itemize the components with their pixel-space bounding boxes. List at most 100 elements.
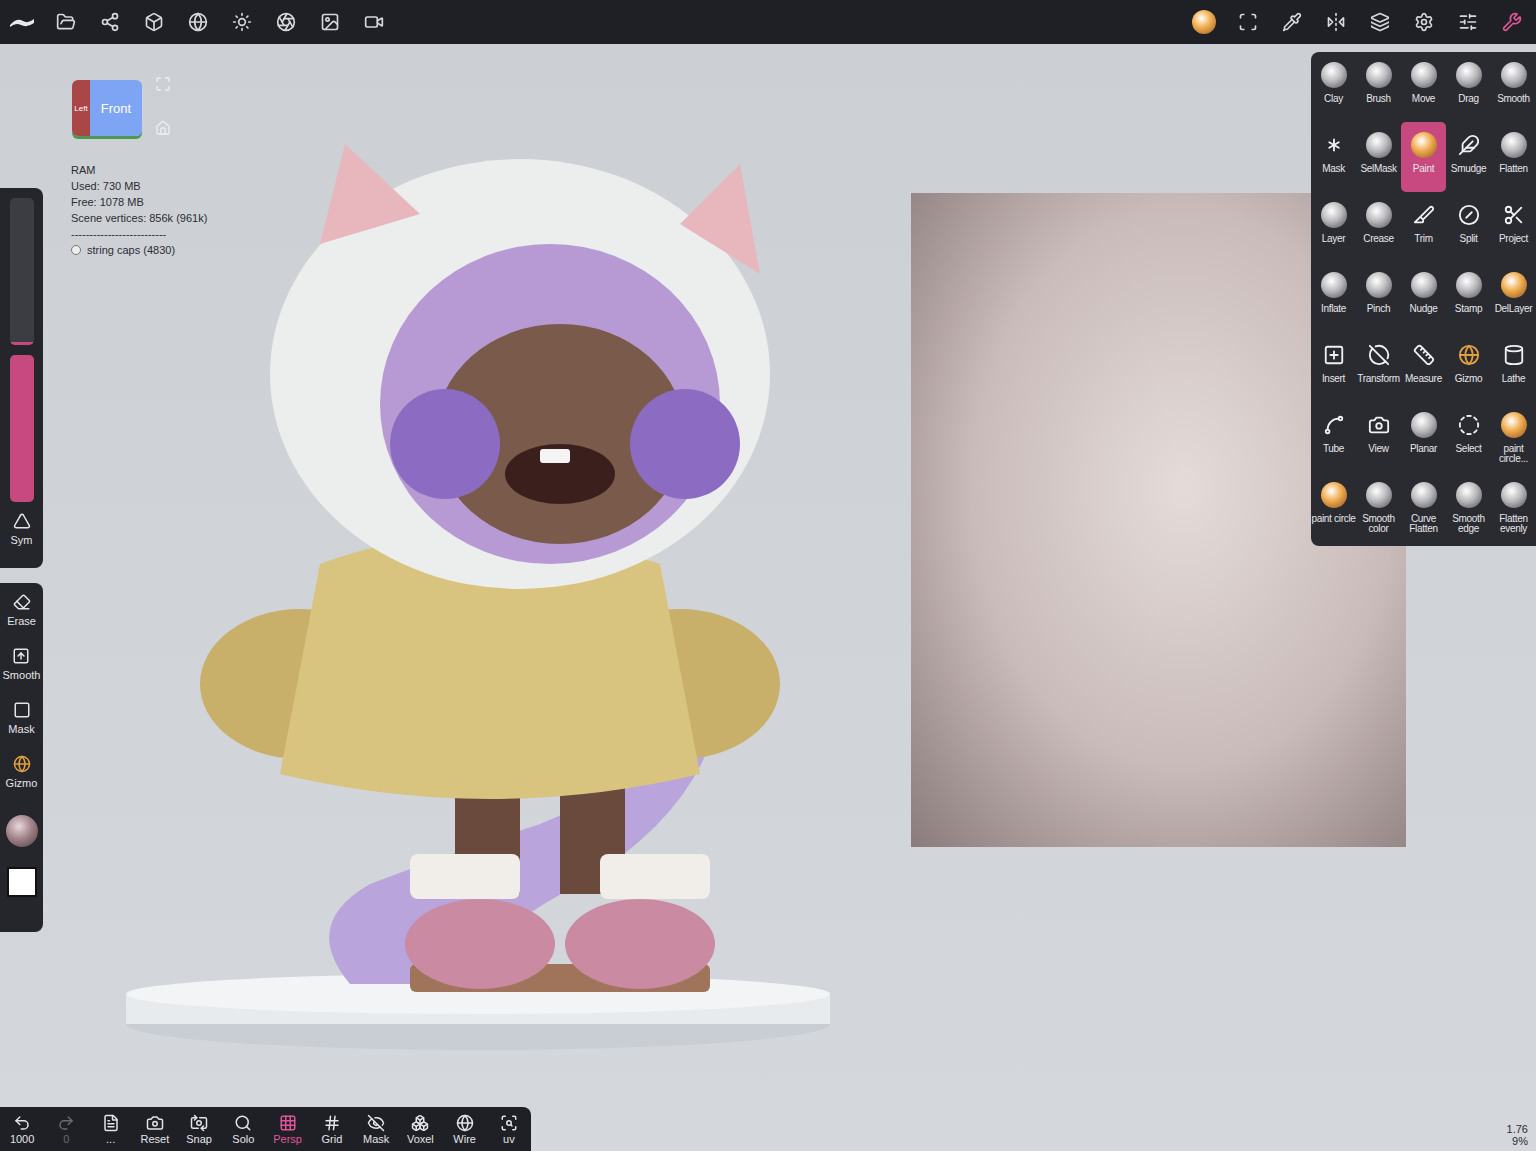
bottom-bar-button[interactable]: Persp [266,1107,310,1151]
side-tool-button[interactable]: Gizmo [6,755,38,799]
tool-button[interactable]: Paint [1401,122,1446,192]
tool-button[interactable]: Crease [1356,192,1401,262]
tool-button[interactable]: View [1356,402,1401,472]
tool-button[interactable]: Smudge [1446,122,1491,192]
tool-button[interactable]: paint circle... [1491,402,1536,472]
bottom-bar-button[interactable]: Wire [443,1107,487,1151]
bottom-bar-button[interactable]: ... [89,1107,133,1151]
tool-button[interactable]: Inflate [1311,262,1356,332]
tool-button[interactable]: DelLayer [1491,262,1536,332]
tool-button[interactable]: Mask [1311,122,1356,192]
tool-button[interactable]: Stamp [1446,262,1491,332]
tool-button[interactable]: paint circle [1311,472,1356,542]
settings-button[interactable] [1410,8,1438,36]
slider-track[interactable] [10,198,34,345]
tool-button[interactable]: Insert [1311,332,1356,402]
bottom-bar-button[interactable]: 0 [44,1107,88,1151]
tool-button[interactable]: Curve Flatten [1401,472,1446,542]
layers-button[interactable] [1366,8,1394,36]
side-tool-button[interactable]: Mask [8,701,34,745]
side-tool-icon[interactable] [13,755,31,773]
tool-button[interactable]: Nudge [1401,262,1446,332]
tool-button[interactable]: Select [1446,402,1491,472]
view-cube[interactable]: LeftFront [72,80,142,136]
bottom-bar-button[interactable]: 1000 [0,1107,44,1151]
tools-icon[interactable] [1502,12,1522,32]
tool-button[interactable]: Flatten evenly [1491,472,1536,542]
tool-button[interactable]: Smooth edge [1446,472,1491,542]
viewport[interactable]: LeftFrontRAMUsed: 730 MBFree: 1078 MBSce… [0,44,1536,1151]
scene-icon[interactable] [144,12,164,32]
tools-button[interactable] [1498,8,1526,36]
brush-preview-button[interactable] [1190,8,1218,36]
symmetry-button[interactable] [1322,8,1350,36]
video-icon[interactable] [364,12,384,32]
tool-button[interactable]: Flatten [1491,122,1536,192]
tool-button[interactable]: Measure [1401,332,1446,402]
sculpt-figure[interactable] [120,124,840,1064]
mesh-button[interactable] [184,8,212,36]
side-tool-icon[interactable] [12,647,30,665]
symmetry-icon[interactable] [1326,12,1346,32]
symmetry-icon[interactable] [13,512,31,530]
tool-button[interactable]: Brush [1356,52,1401,122]
tool-button[interactable]: Move [1401,52,1446,122]
settings-icon[interactable] [1414,12,1434,32]
fullscreen-icon[interactable] [155,76,171,92]
tool-button[interactable]: Split [1446,192,1491,262]
bottom-bar-button[interactable]: Voxel [398,1107,442,1151]
material-swatch[interactable] [6,815,38,847]
tool-button[interactable]: Smooth color [1356,472,1401,542]
light-icon[interactable] [232,12,252,32]
background-button[interactable] [316,8,344,36]
slider-track[interactable] [10,355,34,502]
tool-button[interactable]: Tube [1311,402,1356,472]
sliders-button[interactable] [1454,8,1482,36]
logo-icon[interactable] [8,8,36,36]
bottom-bar-button[interactable]: uv [487,1107,531,1151]
logo-icon[interactable] [9,15,35,29]
video-button[interactable] [360,8,388,36]
pipette-button[interactable] [1278,8,1306,36]
sym-button[interactable]: Sym [11,512,33,556]
folder-icon[interactable] [56,12,76,32]
bottom-bar-button[interactable]: Mask [354,1107,398,1151]
light-button[interactable] [228,8,256,36]
scene-object[interactable]: string caps (4830) [71,242,207,258]
tool-button[interactable]: Layer [1311,192,1356,262]
material-icon[interactable] [276,12,296,32]
tool-button[interactable]: Planar [1401,402,1446,472]
view-cube-front[interactable]: Front [90,80,142,136]
brush-sphere-icon[interactable] [1192,10,1216,34]
bottom-bar-button[interactable]: Snap [177,1107,221,1151]
tool-button[interactable]: Pinch [1356,262,1401,332]
tool-button[interactable]: Drag [1446,52,1491,122]
scene-button[interactable] [140,8,168,36]
side-tool-button[interactable]: Erase [7,593,36,637]
layers-icon[interactable] [1370,12,1390,32]
bottom-bar-button[interactable]: Reset [133,1107,177,1151]
paint-color-swatch[interactable] [7,867,37,897]
background-icon[interactable] [320,12,340,32]
side-tool-icon[interactable] [13,593,31,611]
tool-button[interactable]: Project [1491,192,1536,262]
frame-button[interactable] [1234,8,1262,36]
tool-button[interactable]: Transform [1356,332,1401,402]
frame-icon[interactable] [1238,12,1258,32]
folder-button[interactable] [52,8,80,36]
home-icon[interactable] [155,120,171,136]
tool-button[interactable]: Trim [1401,192,1446,262]
view-cube-left[interactable]: Left [72,80,90,136]
material-button[interactable] [272,8,300,36]
tool-button[interactable]: Smooth [1491,52,1536,122]
tool-button[interactable]: Clay [1311,52,1356,122]
bottom-bar-button[interactable]: Solo [221,1107,265,1151]
tool-button[interactable]: Gizmo [1446,332,1491,402]
tool-button[interactable]: SelMask [1356,122,1401,192]
tool-button[interactable]: Lathe [1491,332,1536,402]
mesh-icon[interactable] [188,12,208,32]
sliders-icon[interactable] [1458,12,1478,32]
share-icon[interactable] [100,12,120,32]
share-button[interactable] [96,8,124,36]
side-tool-button[interactable]: Smooth [3,647,41,691]
